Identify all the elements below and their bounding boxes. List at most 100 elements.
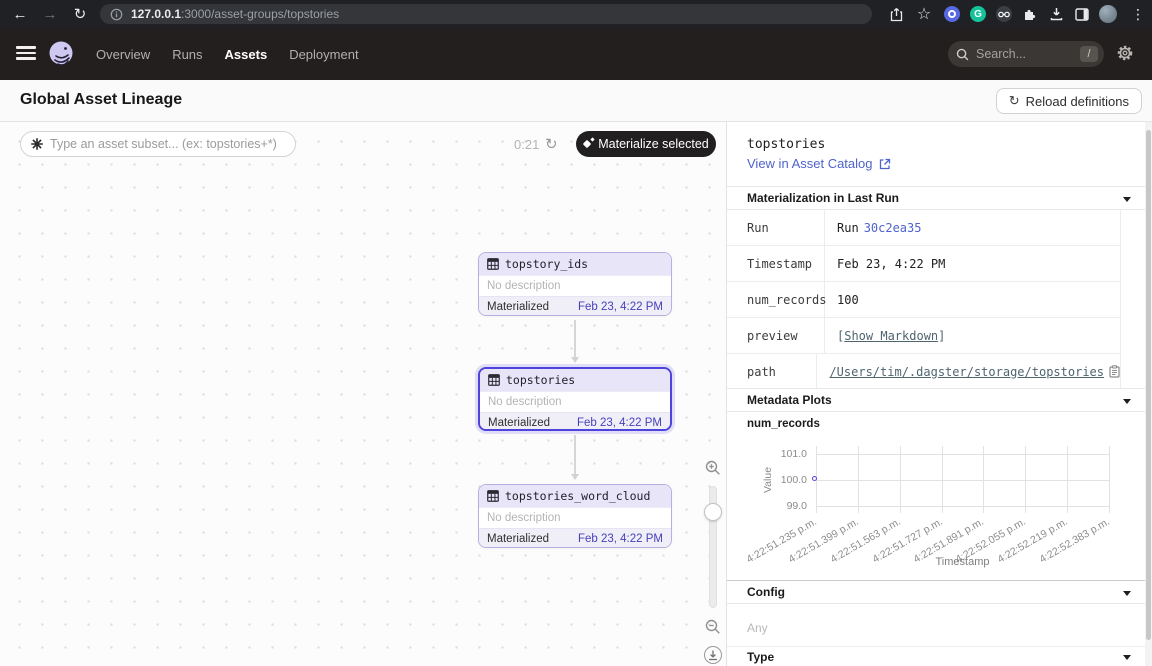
- asset-catalog-link[interactable]: View in Asset Catalog: [747, 156, 873, 171]
- app-navbar: Overview Runs Assets Deployment /: [0, 28, 1152, 80]
- show-markdown-link[interactable]: Show Markdown: [844, 329, 938, 343]
- table-row: num_records 100: [727, 282, 1121, 318]
- nav-links: Overview Runs Assets Deployment: [96, 28, 359, 80]
- nav-overview[interactable]: Overview: [96, 47, 150, 62]
- table-row: Run Run30c2ea35: [727, 210, 1121, 246]
- asset-node-name: topstory_ids: [505, 257, 588, 271]
- run-link[interactable]: 30c2ea35: [864, 221, 922, 235]
- metadata-key: Run: [727, 210, 825, 245]
- asset-node-description: No description: [479, 275, 671, 296]
- metadata-value: Feb 23, 4:22 PM: [837, 257, 945, 271]
- asset-filter[interactable]: [20, 131, 296, 157]
- asset-node-description: No description: [479, 507, 671, 528]
- section-config[interactable]: Config: [727, 580, 1152, 604]
- address-bar[interactable]: 127.0.0.1:3000/asset-groups/topstories: [100, 4, 872, 24]
- scrollbar-track[interactable]: [1145, 122, 1152, 666]
- gear-icon[interactable]: [1116, 44, 1136, 64]
- plot-title: num_records: [747, 418, 820, 430]
- metadata-key: preview: [727, 318, 825, 353]
- zoom-slider-handle[interactable]: [704, 503, 722, 521]
- hamburger-menu-icon[interactable]: [16, 46, 36, 62]
- page-header: Global Asset Lineage ↻ Reload definition…: [0, 80, 1152, 122]
- grammarly-extension-icon[interactable]: G: [966, 0, 990, 28]
- slash-shortcut-badge: /: [1080, 46, 1098, 62]
- refresh-timer: 0:21: [514, 137, 539, 152]
- share-icon[interactable]: [884, 0, 908, 28]
- asset-node-topstories-word-cloud[interactable]: topstories_word_cloud No description Mat…: [478, 484, 672, 548]
- reload-page-icon[interactable]: ↻: [68, 0, 92, 28]
- extensions-puzzle-icon[interactable]: [1018, 0, 1042, 28]
- chevron-down-icon: [1123, 399, 1131, 404]
- table-icon: [488, 374, 500, 386]
- asset-node-topstories[interactable]: topstories No description Materialized F…: [478, 367, 672, 431]
- asset-node-name: topstories_word_cloud: [505, 489, 650, 503]
- nav-deployment[interactable]: Deployment: [289, 47, 358, 62]
- nav-assets[interactable]: Assets: [225, 47, 268, 62]
- reload-definitions-button[interactable]: ↻ Reload definitions: [996, 88, 1142, 114]
- table-row: path /Users/tim/.dagster/storage/topstor…: [727, 354, 1121, 390]
- edge-arrow: [574, 435, 576, 475]
- recenter-icon[interactable]: [704, 646, 722, 664]
- data-point: [812, 476, 817, 481]
- x-tick-label: 4:22:51.235 p.m.: [745, 516, 819, 566]
- asset-node-timestamp[interactable]: Feb 23, 4:22 PM: [577, 417, 662, 429]
- metadata-value: 100: [837, 293, 859, 307]
- password-extension-icon[interactable]: [940, 0, 964, 28]
- y-tick-label: 101.0: [767, 448, 807, 460]
- y-tick-label: 99.0: [767, 500, 807, 512]
- zoom-in-icon[interactable]: [705, 460, 721, 476]
- metadata-key: num_records: [727, 282, 825, 317]
- section-title: Metadata Plots: [747, 393, 832, 407]
- clipboard-copy-icon[interactable]: [1109, 365, 1120, 378]
- section-title: Config: [747, 585, 785, 599]
- x-axis-label: Timestamp: [816, 556, 1109, 568]
- materialization-table: Run Run30c2ea35 Timestamp Feb 23, 4:22 P…: [727, 210, 1121, 390]
- nav-runs[interactable]: Runs: [172, 47, 202, 62]
- goggles-extension-icon[interactable]: [992, 0, 1016, 28]
- table-row: Timestamp Feb 23, 4:22 PM: [727, 246, 1121, 282]
- back-icon[interactable]: ←: [8, 0, 32, 28]
- chevron-down-icon: [1123, 197, 1131, 202]
- browser-menu-icon[interactable]: ⋮: [1126, 0, 1150, 28]
- asset-graph-canvas[interactable]: 0:21 ↻ Materialize selected topstory_ids…: [0, 122, 726, 666]
- asset-filter-input[interactable]: [50, 137, 285, 151]
- asset-detail-panel: topstories View in Asset Catalog Materia…: [726, 122, 1152, 666]
- metadata-chart: Value 101.0100.099.0 4:22:51.235 p.m.4:2…: [727, 432, 1121, 580]
- zoom-out-icon[interactable]: [705, 619, 721, 635]
- bookmark-star-icon[interactable]: ☆: [912, 0, 936, 28]
- y-tick-label: 100.0: [767, 474, 807, 486]
- page-title: Global Asset Lineage: [20, 91, 182, 109]
- section-title: Type: [747, 650, 774, 664]
- table-icon: [487, 490, 499, 502]
- asset-node-status: Materialized: [487, 301, 549, 313]
- asset-node-timestamp[interactable]: Feb 23, 4:22 PM: [578, 533, 663, 545]
- metadata-key: path: [727, 354, 817, 389]
- timer-refresh-icon[interactable]: ↻: [545, 135, 558, 153]
- search-icon: [956, 48, 969, 61]
- asset-node-timestamp[interactable]: Feb 23, 4:22 PM: [578, 301, 663, 313]
- global-search[interactable]: /: [948, 41, 1104, 67]
- materialize-selected-button[interactable]: Materialize selected: [576, 131, 716, 157]
- dagster-logo[interactable]: [46, 39, 76, 69]
- config-value: Any: [747, 621, 768, 635]
- asset-node-topstory-ids[interactable]: topstory_ids No description Materialized…: [478, 252, 672, 316]
- url-text: 127.0.0.1:3000/asset-groups/topstories: [131, 7, 339, 21]
- section-type[interactable]: Type: [727, 647, 1152, 666]
- side-panel-icon[interactable]: [1070, 0, 1094, 28]
- refresh-icon: ↻: [1009, 93, 1020, 109]
- asset-node-description: No description: [480, 391, 670, 412]
- search-input[interactable]: [976, 47, 1080, 61]
- section-materialization[interactable]: Materialization in Last Run: [727, 186, 1152, 210]
- filter-graph-icon: [31, 138, 43, 150]
- table-icon: [487, 258, 499, 270]
- info-icon[interactable]: [110, 8, 123, 21]
- download-icon[interactable]: [1044, 0, 1068, 28]
- plot-area: [816, 450, 1109, 510]
- browser-avatar[interactable]: [1096, 0, 1120, 28]
- section-title: Materialization in Last Run: [747, 191, 899, 205]
- section-metadata-plots[interactable]: Metadata Plots: [727, 388, 1152, 412]
- sparkle-icon: [583, 140, 592, 149]
- scrollbar-thumb[interactable]: [1146, 130, 1151, 640]
- forward-icon[interactable]: →: [38, 0, 62, 28]
- path-link[interactable]: /Users/tim/.dagster/storage/topstories: [829, 365, 1104, 379]
